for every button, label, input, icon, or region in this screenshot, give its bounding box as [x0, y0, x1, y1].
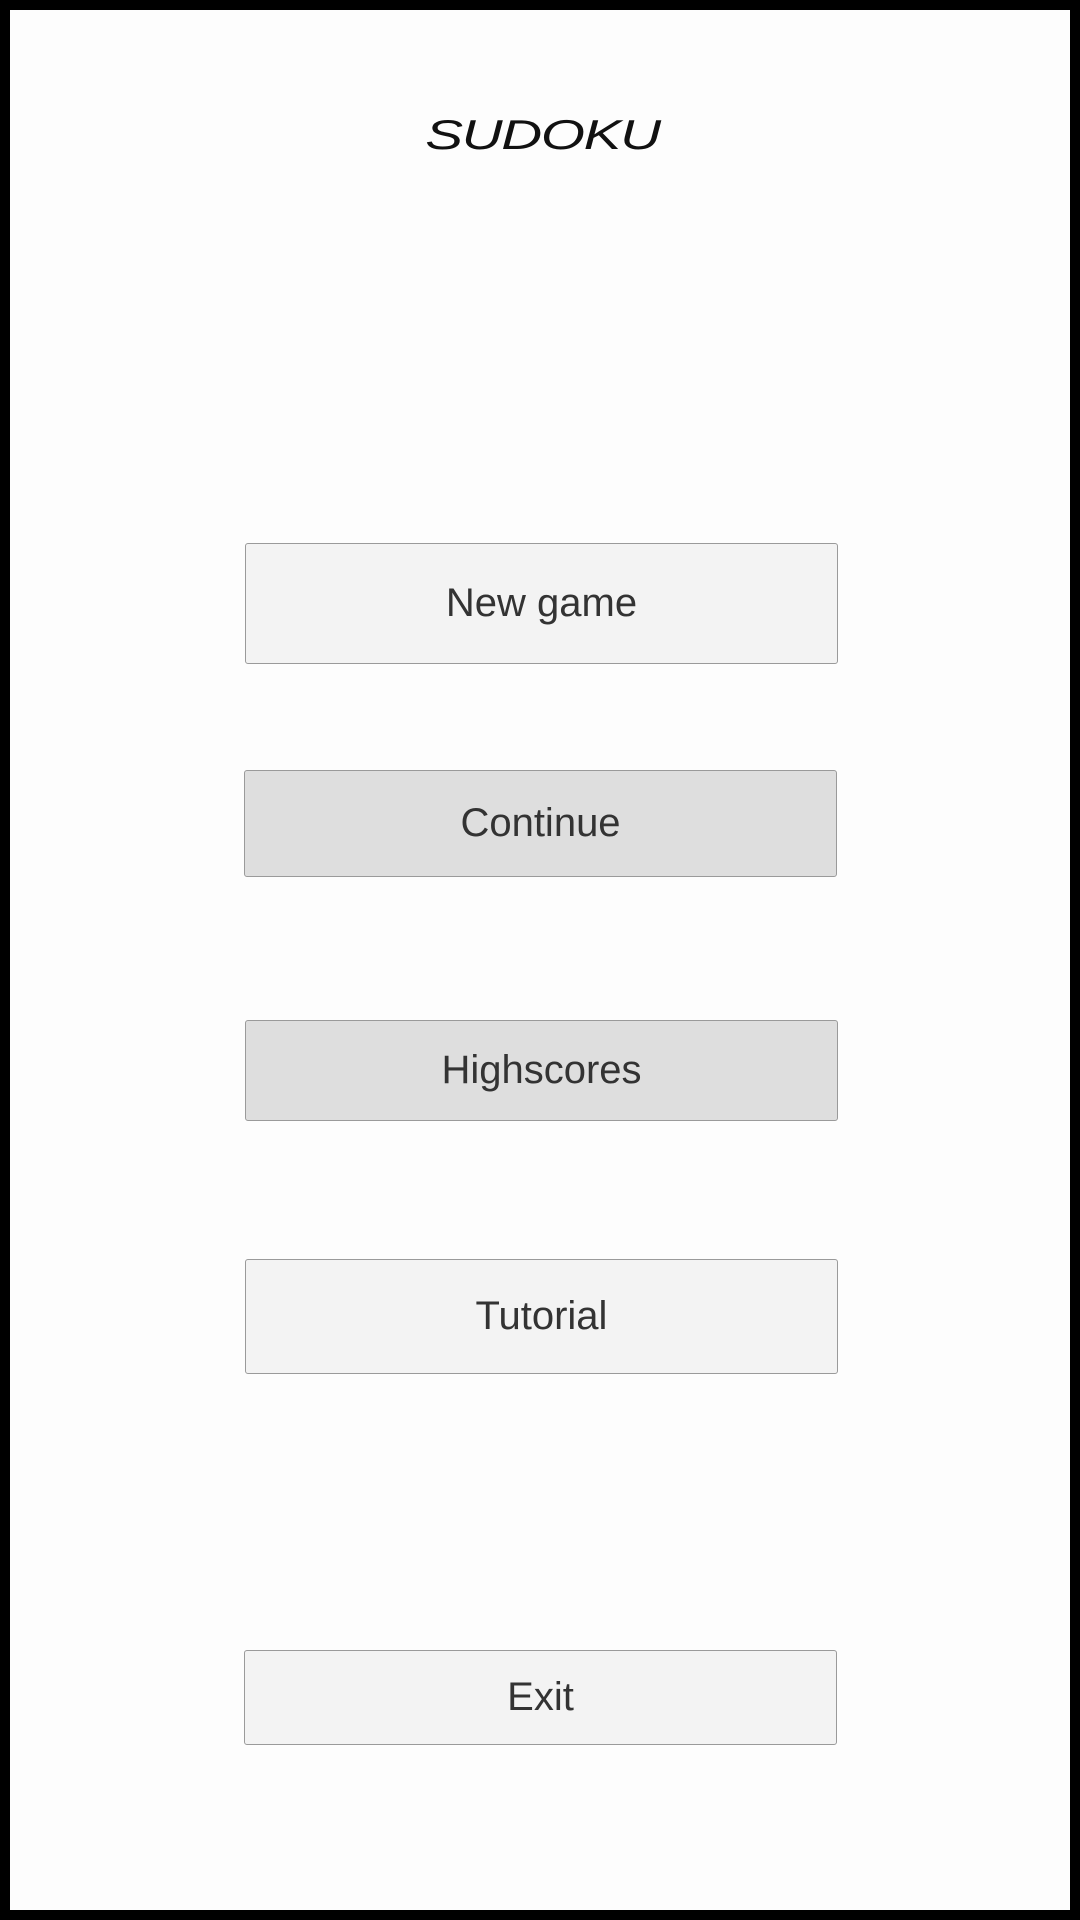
highscores-button[interactable]: Highscores: [245, 1020, 838, 1121]
exit-button[interactable]: Exit: [244, 1650, 837, 1745]
continue-button[interactable]: Continue: [244, 770, 837, 877]
main-menu-screen: SUDOKU New game Continue Highscores Tuto…: [10, 10, 1070, 1910]
tutorial-button[interactable]: Tutorial: [245, 1259, 838, 1374]
app-title: SUDOKU: [425, 111, 661, 158]
new-game-button[interactable]: New game: [245, 543, 838, 664]
